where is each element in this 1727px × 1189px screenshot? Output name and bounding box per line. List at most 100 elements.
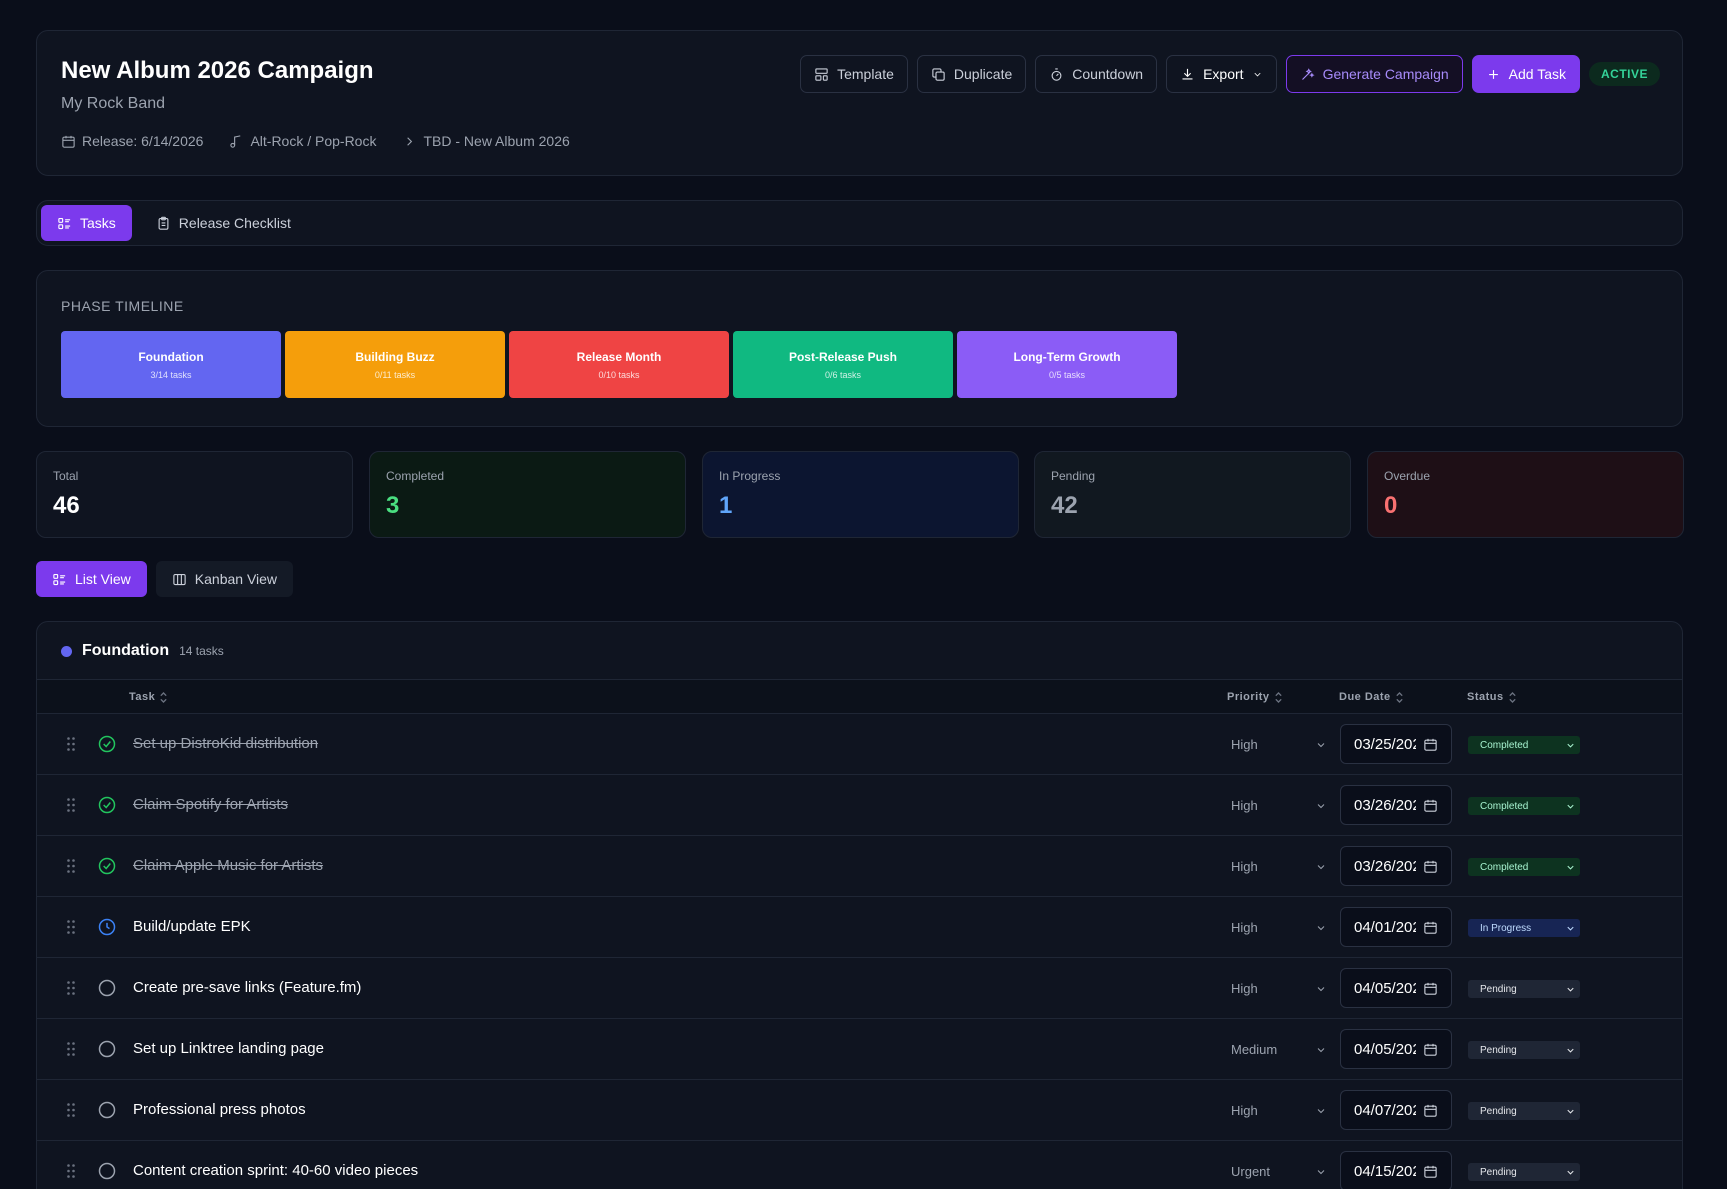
status-value: Pending <box>1480 1044 1517 1056</box>
group-name: Foundation <box>82 642 170 659</box>
status-select[interactable]: Pending <box>1468 1102 1580 1120</box>
calendar-icon <box>1424 799 1437 812</box>
drag-handle[interactable] <box>66 797 76 813</box>
task-name[interactable]: Create pre-save links (Feature.fm) <box>133 979 361 996</box>
drag-handle[interactable] <box>66 1041 76 1057</box>
table-row[interactable]: Professional press photos High 04/07/2026 P… <box>37 1080 1682 1141</box>
task-name[interactable]: Set up Linktree landing page <box>133 1040 324 1057</box>
drag-handle[interactable] <box>66 1163 76 1179</box>
task-status-toggle[interactable] <box>97 795 117 815</box>
due-date-input[interactable]: 04/01/2026 <box>1340 907 1452 947</box>
task-name[interactable]: Claim Apple Music for Artists <box>133 857 323 874</box>
task-status-toggle[interactable] <box>97 1039 117 1059</box>
priority-select[interactable]: High <box>1231 981 1327 996</box>
chevron-down-icon <box>1317 1108 1325 1113</box>
task-status-toggle[interactable] <box>97 978 117 998</box>
due-date-input[interactable]: 04/05/2026 <box>1340 968 1452 1008</box>
due-date-input[interactable]: 04/15/2026 <box>1340 1151 1452 1189</box>
stat-value: 3 <box>386 492 400 519</box>
table-row[interactable]: Claim Spotify for Artists High 03/26/2026 C… <box>37 775 1682 836</box>
priority-select[interactable]: High <box>1231 920 1327 935</box>
phase-building-buzz[interactable]: Building Buzz 0/11 tasks <box>285 331 505 398</box>
table-row[interactable]: Set up DistroKid distribution High 03/25/2… <box>37 714 1682 775</box>
kanban-view-button[interactable]: Kanban View <box>155 561 294 597</box>
table-header: Task Priority Due Date Status <box>37 679 1682 714</box>
drag-handle-icon <box>67 1164 75 1178</box>
priority-value: High <box>1231 859 1258 874</box>
column-task[interactable]: Task <box>129 691 168 703</box>
task-status-toggle[interactable] <box>97 856 117 876</box>
status-value: Pending <box>1480 983 1517 995</box>
task-name[interactable]: Claim Spotify for Artists <box>133 796 288 813</box>
group-header[interactable]: Foundation 14 tasks <box>61 642 224 660</box>
table-row[interactable]: Set up Linktree landing page Medium 04/05/… <box>37 1019 1682 1080</box>
due-date-input[interactable]: 03/26/2026 <box>1340 846 1452 886</box>
task-name[interactable]: Build/update EPK <box>133 918 251 935</box>
tab-release-checklist-label: Release Checklist <box>178 215 291 231</box>
countdown-button[interactable]: Countdown <box>1035 55 1158 93</box>
due-date-value: 03/26/2026 <box>1354 857 1416 875</box>
status-select[interactable]: Completed <box>1468 736 1580 754</box>
status-select[interactable]: Completed <box>1468 797 1580 815</box>
drag-handle[interactable] <box>66 919 76 935</box>
chevron-down-icon <box>1567 1109 1574 1114</box>
drag-handle[interactable] <box>66 980 76 996</box>
template-button[interactable]: Template <box>800 55 908 93</box>
phase-foundation[interactable]: Foundation 3/14 tasks <box>61 331 281 398</box>
status-select[interactable]: Pending <box>1468 1163 1580 1181</box>
priority-value: High <box>1231 737 1258 752</box>
check-circle-icon <box>98 796 116 814</box>
due-date-input[interactable]: 04/05/2026 <box>1340 1029 1452 1069</box>
priority-select[interactable]: High <box>1231 1103 1327 1118</box>
generate-campaign-button[interactable]: Generate Campaign <box>1285 55 1463 93</box>
due-date-input[interactable]: 03/25/2026 <box>1340 724 1452 764</box>
phase-row: Foundation 3/14 tasks Building Buzz 0/11… <box>61 331 1177 398</box>
task-name[interactable]: Professional press photos <box>133 1101 306 1118</box>
column-priority[interactable]: Priority <box>1227 691 1283 703</box>
add-task-button[interactable]: Add Task <box>1471 55 1580 93</box>
stat-label: In Progress <box>719 469 781 483</box>
stat-label: Overdue <box>1384 469 1431 483</box>
due-date-input[interactable]: 03/26/2026 <box>1340 785 1452 825</box>
drag-handle[interactable] <box>66 858 76 874</box>
task-status-toggle[interactable] <box>97 917 117 937</box>
column-due-date[interactable]: Due Date <box>1339 691 1404 703</box>
chevron-down-icon <box>1254 72 1261 76</box>
phase-long-term-growth[interactable]: Long-Term Growth 0/5 tasks <box>957 331 1177 398</box>
column-task-label: Task <box>129 691 156 703</box>
column-status[interactable]: Status <box>1467 691 1517 703</box>
priority-select[interactable]: High <box>1231 798 1327 813</box>
status-select[interactable]: Completed <box>1468 858 1580 876</box>
duplicate-button[interactable]: Duplicate <box>916 55 1027 93</box>
table-row[interactable]: Claim Apple Music for Artists High 03/26/2… <box>37 836 1682 897</box>
export-dropdown[interactable]: Export <box>1166 55 1277 93</box>
list-view-button[interactable]: List View <box>36 561 147 597</box>
status-select[interactable]: Pending <box>1468 1041 1580 1059</box>
task-status-toggle[interactable] <box>97 734 117 754</box>
drag-handle[interactable] <box>66 736 76 752</box>
chevron-down-icon <box>1317 1169 1325 1174</box>
stat-completed: Completed 3 <box>369 451 686 538</box>
table-row[interactable]: Create pre-save links (Feature.fm) High 04… <box>37 958 1682 1019</box>
tab-tasks[interactable]: Tasks <box>41 205 132 241</box>
table-row[interactable]: Content creation sprint: 40-60 video pie… <box>37 1141 1682 1189</box>
task-status-toggle[interactable] <box>97 1100 117 1120</box>
priority-select[interactable]: High <box>1231 859 1327 874</box>
stat-pending: Pending 42 <box>1034 451 1351 538</box>
task-name[interactable]: Set up DistroKid distribution <box>133 735 318 752</box>
drag-handle[interactable] <box>66 1102 76 1118</box>
priority-select[interactable]: Medium <box>1231 1042 1327 1057</box>
status-select[interactable]: Pending <box>1468 980 1580 998</box>
tab-tasks-label: Tasks <box>80 215 116 231</box>
task-name[interactable]: Content creation sprint: 40-60 video pie… <box>133 1162 418 1179</box>
status-select[interactable]: In Progress <box>1468 919 1580 937</box>
tab-release-checklist[interactable]: Release Checklist <box>140 205 307 241</box>
priority-select[interactable]: Urgent <box>1231 1164 1327 1179</box>
template-label: Template <box>837 66 894 82</box>
phase-post-release-push[interactable]: Post-Release Push 0/6 tasks <box>733 331 953 398</box>
table-row[interactable]: Build/update EPK High 04/01/2026 In Progres… <box>37 897 1682 958</box>
task-status-toggle[interactable] <box>97 1161 117 1181</box>
due-date-input[interactable]: 04/07/2026 <box>1340 1090 1452 1130</box>
phase-release-month[interactable]: Release Month 0/10 tasks <box>509 331 729 398</box>
priority-select[interactable]: High <box>1231 737 1327 752</box>
